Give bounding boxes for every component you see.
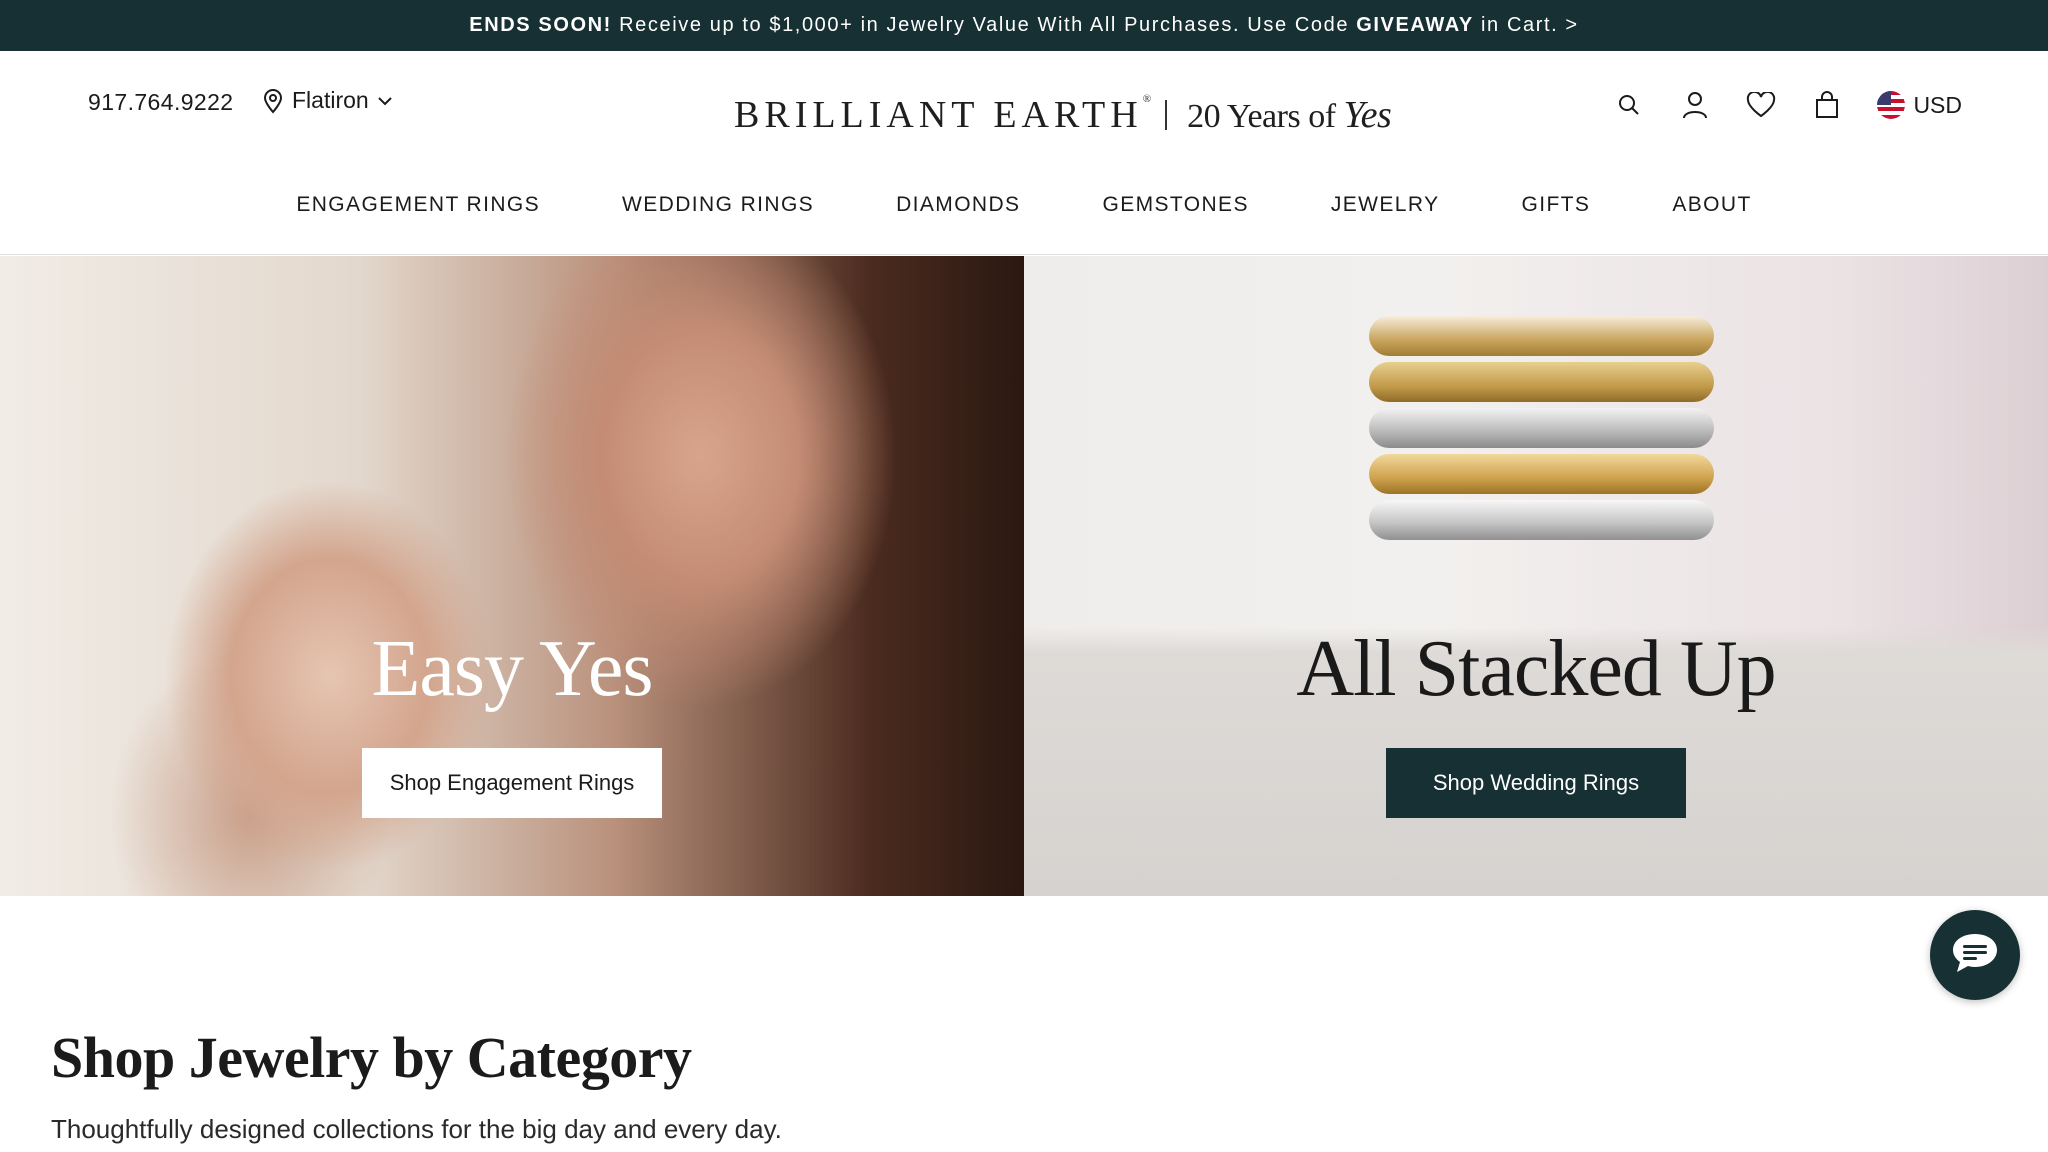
site-header: 917.764.9222 Flatiron BRILLIANT EARTH® 2…	[0, 51, 2048, 255]
location-selector[interactable]: Flatiron	[262, 87, 393, 114]
chat-button[interactable]	[1930, 910, 2020, 1000]
nav-wedding-rings[interactable]: WEDDING RINGS	[622, 193, 814, 217]
location-label: Flatiron	[292, 87, 369, 113]
logo-divider	[1165, 100, 1168, 130]
main-nav: ENGAGEMENT RINGS WEDDING RINGS DIAMONDS …	[0, 193, 2048, 217]
heart-icon[interactable]	[1741, 85, 1781, 125]
nav-gifts[interactable]: GIFTS	[1521, 193, 1590, 217]
search-icon[interactable]	[1609, 85, 1649, 125]
promo-code: GIVEAWAY	[1356, 14, 1474, 36]
promo-body: Receive up to $1,000+ in Jewelry Value W…	[611, 14, 1357, 36]
ring-band	[1369, 362, 1714, 402]
logo-registered: ®	[1142, 93, 1152, 105]
nav-engagement-rings[interactable]: ENGAGEMENT RINGS	[296, 193, 540, 217]
hero-title-wedding: All Stacked Up	[1296, 625, 1776, 713]
promo-bar[interactable]: ENDS SOON! Receive up to $1,000+ in Jewe…	[0, 0, 2048, 51]
nav-about[interactable]: ABOUT	[1672, 193, 1751, 217]
category-section-title: Shop Jewelry by Category	[51, 1025, 692, 1090]
ring-stack-image	[1369, 316, 1714, 546]
chat-icon	[1950, 931, 2000, 980]
logo-tagline-prefix: 20 Years of	[1187, 98, 1344, 135]
location-pin-icon	[262, 88, 284, 114]
account-icon[interactable]	[1675, 85, 1715, 125]
logo-brand: BRILLIANT EARTH®	[734, 93, 1151, 137]
ring-band	[1369, 454, 1714, 494]
hero-title-engagement: Easy Yes	[371, 625, 654, 713]
shop-engagement-rings-button[interactable]: Shop Engagement Rings	[362, 748, 662, 818]
promo-text: ENDS SOON! Receive up to $1,000+ in Jewe…	[469, 14, 1578, 37]
nav-diamonds[interactable]: DIAMONDS	[896, 193, 1020, 217]
nav-gemstones[interactable]: GEMSTONES	[1102, 193, 1248, 217]
shop-wedding-rings-button[interactable]: Shop Wedding Rings	[1386, 748, 1686, 818]
logo-tagline-script: Yes	[1343, 94, 1392, 136]
bag-icon[interactable]	[1807, 85, 1847, 125]
chevron-down-icon	[377, 96, 393, 106]
flag-icon	[1877, 91, 1906, 119]
hero-engagement[interactable]: Easy Yes Shop Engagement Rings	[0, 256, 1024, 896]
header-actions: USD	[1609, 85, 1962, 125]
currency-selector[interactable]: USD	[1877, 91, 1962, 119]
ring-band	[1369, 408, 1714, 448]
brand-logo[interactable]: BRILLIANT EARTH® 20 Years of Yes	[734, 93, 1392, 137]
phone-number[interactable]: 917.764.9222	[88, 89, 234, 116]
promo-strong: ENDS SOON!	[469, 14, 612, 36]
ring-band	[1369, 316, 1714, 356]
logo-tagline: 20 Years of Yes	[1187, 93, 1392, 137]
promo-tail: in Cart. >	[1473, 14, 1579, 36]
currency-label: USD	[1913, 91, 1962, 118]
nav-jewelry[interactable]: JEWELRY	[1331, 193, 1440, 217]
logo-brand-text: BRILLIANT EARTH	[734, 94, 1143, 136]
hero-wedding[interactable]: All Stacked Up Shop Wedding Rings	[1024, 256, 2048, 896]
ring-band	[1369, 500, 1714, 540]
category-section-subtitle: Thoughtfully designed collections for th…	[51, 1114, 782, 1144]
